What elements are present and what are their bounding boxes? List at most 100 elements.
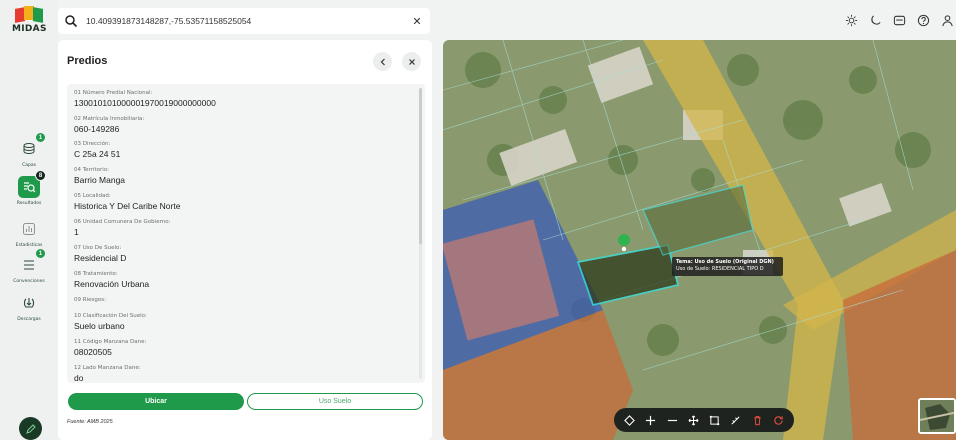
- user-button[interactable]: [938, 11, 956, 29]
- zoom-out-tool[interactable]: [664, 412, 680, 428]
- field-tratamiento: 08 Tratamiento: Renovación Urbana: [74, 271, 149, 289]
- polygon-tool[interactable]: [622, 412, 638, 428]
- panel-title: Predios: [67, 55, 108, 67]
- field-clasificacion: 10 Clasificación Del Suelo: Suelo urbano: [74, 313, 147, 331]
- search-clear-button[interactable]: ✕: [408, 12, 426, 30]
- field-label: 05 Localidad:: [74, 193, 111, 199]
- field-uso-suelo: 07 Uso De Suelo: Residencial D: [74, 245, 126, 263]
- delete-tool[interactable]: [749, 412, 765, 428]
- close-icon: ✕: [412, 15, 422, 28]
- ubicar-button[interactable]: Ubicar: [68, 393, 244, 410]
- draw-tool[interactable]: [707, 412, 723, 428]
- dark-mode-button[interactable]: [866, 11, 884, 29]
- field-localidad: 05 Localidad: Historica Y Del Caribe Nor…: [74, 193, 180, 211]
- results-icon: 8: [18, 170, 46, 198]
- back-button[interactable]: [373, 52, 392, 71]
- field-riesgos: 09 Riesgos:: [74, 297, 106, 305]
- stats-icon: [18, 218, 40, 240]
- app-root: MIDAS 1 Capas 8 Resultados Estadisticas: [0, 0, 956, 440]
- field-value: Renovación Urbana: [74, 279, 150, 289]
- field-label: 03 Dirección:: [74, 141, 111, 147]
- field-lado-manzana: 12 Lado Manzana Dane: do: [74, 365, 141, 383]
- field-label: 01 Número Predial Nacional:: [74, 90, 153, 96]
- rail-item-convenciones[interactable]: 1 Convenciones: [4, 248, 54, 284]
- search-icon[interactable]: [64, 14, 78, 28]
- source-note: Fuente: AMB 2025: [67, 419, 113, 425]
- map-tooltip: Tema: Uso de Suelo (Original DGN) Uso de…: [672, 257, 783, 276]
- help-button[interactable]: [914, 11, 932, 29]
- messages-button[interactable]: [890, 11, 908, 29]
- field-value: 1: [74, 227, 79, 237]
- rail-item-descargas[interactable]: Descargas: [4, 292, 54, 322]
- delete-icon: [753, 415, 761, 425]
- help-icon: [917, 14, 929, 26]
- zoom-in-icon: [646, 415, 656, 425]
- map-fab-button[interactable]: [19, 417, 42, 440]
- layers-icon: 1: [18, 132, 46, 160]
- light-mode-button[interactable]: [842, 11, 860, 29]
- close-panel-button[interactable]: [402, 52, 421, 71]
- capas-badge: 1: [35, 132, 46, 143]
- rail-label-resultados: Resultados: [16, 201, 42, 206]
- field-value: Residencial D: [74, 253, 127, 263]
- field-value: 130010101000001970019000000000: [74, 98, 216, 108]
- field-value: Suelo urbano: [74, 321, 125, 331]
- zoom-out-icon: [667, 419, 677, 421]
- field-value: Historica Y Del Caribe Norte: [74, 201, 181, 211]
- pan-icon: [688, 415, 699, 425]
- field-label: 08 Tratamiento:: [74, 271, 118, 277]
- measure-icon: [731, 415, 740, 425]
- field-label: 06 Unidad Comunera De Gobierno:: [74, 219, 171, 225]
- polygon-icon: [624, 414, 635, 426]
- rail-item-capas[interactable]: 1 Capas: [4, 132, 54, 168]
- field-label: 10 Clasificación Del Suelo:: [74, 313, 147, 319]
- field-label: 12 Lado Manzana Dane:: [74, 365, 141, 371]
- field-value: 060-149286: [74, 124, 120, 134]
- left-rail: MIDAS 1 Capas 8 Resultados Estadisticas: [0, 0, 58, 440]
- rail-label-estadisticas: Estadisticas: [15, 243, 43, 248]
- sun-icon: [845, 14, 857, 26]
- refresh-tool[interactable]: [770, 412, 786, 428]
- top-bar: ✕: [58, 0, 956, 40]
- field-value: do: [74, 373, 84, 383]
- map-canvas[interactable]: [443, 40, 956, 440]
- rail-label-convenciones: Convenciones: [13, 279, 45, 284]
- pan-tool[interactable]: [685, 412, 701, 428]
- field-numero-predial: 01 Número Predial Nacional: 130010101000…: [74, 90, 216, 108]
- uso-suelo-button[interactable]: Uso Suelo: [247, 393, 423, 410]
- scrollbar-thumb[interactable]: [419, 88, 422, 244]
- field-label: 04 Territorio:: [74, 167, 110, 173]
- map-view[interactable]: Tema: Uso de Suelo (Original DGN) Uso de…: [443, 40, 956, 440]
- basemap-switcher[interactable]: [918, 398, 956, 434]
- mail-icon: [893, 15, 905, 25]
- field-label: 07 Uso De Suelo:: [74, 245, 122, 251]
- field-matricula: 02 Matrícula Inmobiliaria: 060-149286: [74, 116, 144, 134]
- field-label: 02 Matrícula Inmobiliaria:: [74, 116, 145, 122]
- field-territorio: 04 Territorio: Barrio Manga: [74, 167, 125, 185]
- rail-label-capas: Capas: [22, 163, 36, 168]
- logo-tile-green: [33, 7, 43, 23]
- user-icon: [941, 14, 953, 26]
- field-value: Barrio Manga: [74, 175, 126, 185]
- midas-logo[interactable]: [13, 6, 47, 40]
- rail-item-estadisticas[interactable]: Estadisticas: [4, 218, 54, 248]
- field-label: 11 Código Manzana Dane:: [74, 339, 147, 345]
- moon-icon: [870, 14, 881, 25]
- search-input[interactable]: [86, 16, 408, 26]
- measure-tool[interactable]: [728, 412, 744, 428]
- tooltip-title: Tema: Uso de Suelo (Original DGN): [676, 259, 774, 265]
- field-codigo-manzana: 11 Código Manzana Dane: 08020505: [74, 339, 146, 357]
- tooltip-body: Uso de Suelo: RESIDENCIAL TIPO D: [676, 266, 764, 272]
- map-toolbar: [614, 408, 794, 432]
- draw-icon: [709, 415, 720, 425]
- chevron-left-icon: [380, 58, 385, 65]
- search-bar: ✕: [58, 8, 430, 34]
- rail-item-resultados[interactable]: 8 Resultados: [4, 170, 54, 206]
- field-unidad-comunera: 06 Unidad Comunera De Gobierno: 1: [74, 219, 170, 237]
- refresh-icon: [774, 415, 783, 425]
- field-value: C 25a 24 51: [74, 149, 121, 159]
- basemap-thumbnail: [920, 400, 954, 432]
- predio-info-box[interactable]: 01 Número Predial Nacional: 130010101000…: [67, 84, 425, 383]
- field-label: 09 Riesgos:: [74, 297, 106, 303]
- zoom-in-tool[interactable]: [643, 412, 659, 428]
